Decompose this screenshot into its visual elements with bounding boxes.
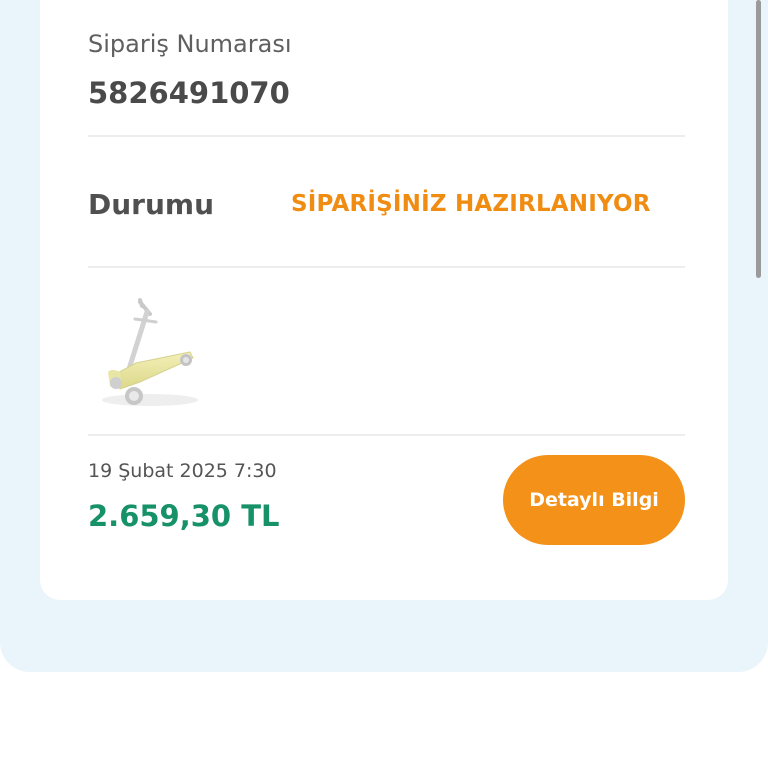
order-page: Sipariş Numarası 5826491070 Durumu SİPAR… [0, 0, 768, 768]
order-status-value: SİPARİŞİNİZ HAZIRLANIYOR [291, 191, 651, 217]
order-status-label: Durumu [88, 188, 215, 221]
scrollbar-thumb[interactable] [756, 0, 761, 278]
order-date: 19 Şubat 2025 7:30 [88, 460, 277, 482]
divider [88, 266, 685, 268]
kick-scooter-image[interactable] [98, 292, 208, 410]
divider [88, 135, 685, 137]
order-total-price: 2.659,30 TL [88, 499, 280, 533]
details-button[interactable]: Detaylı Bilgi [503, 455, 685, 545]
order-number-value: 5826491070 [88, 76, 290, 110]
order-number-label: Sipariş Numarası [88, 30, 292, 58]
divider [88, 434, 685, 436]
